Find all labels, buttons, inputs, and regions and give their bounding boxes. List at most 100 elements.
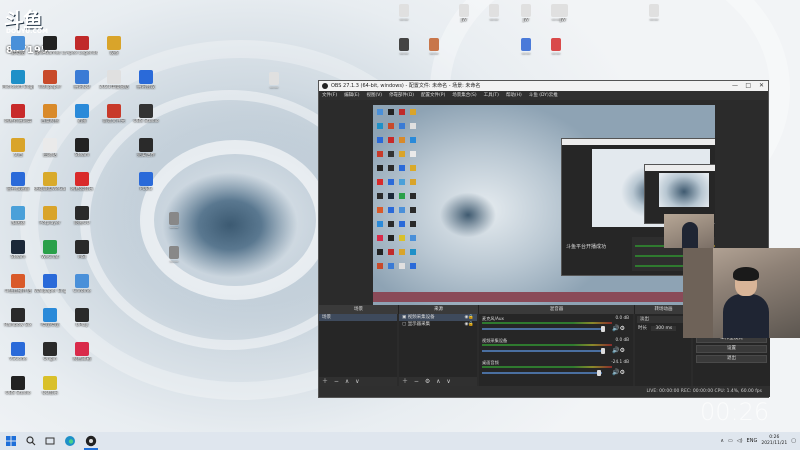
close-icon[interactable]: ✕: [759, 81, 764, 91]
desktop-icon[interactable]: Origin: [34, 342, 66, 362]
sources-toolbar[interactable]: ＋ − ⚙ ∧ ∨: [399, 377, 477, 386]
mixer-channel: 视频采集设备 0.0 dB 🔊⚙: [479, 336, 633, 358]
speaker-icon[interactable]: 🔊⚙: [612, 369, 625, 376]
desktop-icon[interactable]: PUBG: [130, 172, 162, 192]
edge-icon[interactable]: [64, 435, 76, 447]
desktop-icon[interactable]: OBS Studio: [130, 104, 162, 124]
volume-knob[interactable]: [601, 326, 605, 332]
desktop-icon[interactable]: 百度网盘: [34, 104, 66, 124]
desktop-file-icon[interactable]: ——: [388, 38, 420, 57]
scenes-toolbar[interactable]: ＋ − ∧ ∨: [319, 377, 397, 386]
desktop-icon[interactable]: 网易UU: [66, 206, 98, 226]
obs-preview[interactable]: 斗鱼平台开播成功: [373, 105, 715, 305]
minimize-icon[interactable]: —: [732, 81, 738, 91]
desktop-icon[interactable]: 斗鱼直播伴侣: [2, 274, 34, 294]
desktop-icon[interactable]: 2021年度总结: [98, 70, 130, 90]
desktop-file-icon[interactable]: ——: [158, 212, 190, 231]
network-icon[interactable]: ▭: [728, 438, 733, 444]
desktop-file-icon[interactable]: ——: [478, 4, 510, 23]
desktop-icon[interactable]: 哔哩哔哩: [34, 308, 66, 328]
desktop-file-icon[interactable]: JW: [510, 4, 542, 23]
eye-icon[interactable]: ◉🔒: [464, 314, 474, 321]
obs-menu-item[interactable]: 文件(F): [322, 91, 337, 100]
volume-slider[interactable]: [482, 328, 602, 330]
obs-menu-item[interactable]: 斗鱼 (DY)云推: [529, 91, 558, 100]
exit-button[interactable]: 退出: [696, 355, 767, 363]
desktop-icon[interactable]: UPlay: [66, 308, 98, 328]
desktop-icon[interactable]: 回收站: [34, 138, 66, 158]
desktop-icon[interactable]: Wallpaper: [34, 70, 66, 90]
task-view-icon[interactable]: [44, 435, 56, 447]
obs-menu-item[interactable]: 编辑(E): [344, 91, 359, 100]
speaker-icon[interactable]: 🔊⚙: [612, 347, 625, 354]
desktop-icon[interactable]: WeChat: [34, 240, 66, 260]
desktop-icon[interactable]: 雷神加速器: [2, 172, 34, 192]
desktop-icon[interactable]: 完美世界: [130, 138, 162, 158]
settings-button[interactable]: 设置: [696, 345, 767, 353]
desktop-icon[interactable]: VSCode: [2, 342, 34, 362]
desktop-icon[interactable]: Rainbow Six: [2, 308, 34, 328]
scene-item[interactable]: 场景: [319, 314, 397, 321]
transition-select[interactable]: 淡出: [637, 316, 689, 323]
desktop-icon[interactable]: Chrome: [66, 274, 98, 294]
desktop-icon[interactable]: 腾讯会议: [130, 70, 162, 90]
obs-menu-item[interactable]: 视图(V): [366, 91, 382, 100]
desktop-file-icon[interactable]: ——: [388, 4, 420, 23]
desktop-icon[interactable]: Wallpaper Engine: [34, 274, 66, 294]
speaker-icon[interactable]: 🔊⚙: [612, 325, 625, 332]
desktop-file-icon[interactable]: ——: [540, 38, 572, 57]
obs-menu-item[interactable]: 工具(T): [484, 91, 499, 100]
desktop-icon[interactable]: Steam: [66, 138, 98, 158]
desktop-icon[interactable]: Apex Legends: [66, 36, 98, 56]
desktop-icon[interactable]: Microsoft Edge: [2, 70, 34, 90]
desktop-icon[interactable]: Potplayer: [34, 206, 66, 226]
chevron-up-icon[interactable]: ∧: [720, 438, 724, 444]
desktop-icon[interactable]: 英雄联盟WeGame: [34, 172, 66, 192]
desktop-file-icon[interactable]: ——: [510, 38, 542, 57]
volume-icon[interactable]: ◁): [737, 438, 743, 444]
desktop-icon[interactable]: 网易有道词典: [2, 104, 34, 124]
obs-menu-item[interactable]: 场景集合(S): [452, 91, 476, 100]
desktop-icon[interactable]: 文档: [2, 138, 34, 158]
desktop-icon[interactable]: 迅雷: [66, 104, 98, 124]
desktop-file-icon[interactable]: ——: [418, 38, 450, 57]
desktop-icon[interactable]: 新建文件夹: [98, 104, 130, 124]
desktop-file-icon[interactable]: ——: [638, 4, 670, 23]
maximize-icon[interactable]: □: [745, 81, 751, 91]
source-item[interactable]: ▢ 显示器采集 ◉🔒: [399, 321, 477, 328]
desktop-icon[interactable]: OBS Studio: [2, 376, 34, 396]
duration-input[interactable]: 300 ms: [651, 326, 677, 331]
volume-slider[interactable]: [482, 372, 602, 374]
taskbar-clock[interactable]: 0:26 2021/11/21: [761, 435, 787, 447]
desktop-file-icon[interactable]: ——: [258, 72, 290, 91]
desktop-icon[interactable]: Steam: [2, 240, 34, 260]
desktop-file-icon[interactable]: ——: [158, 246, 190, 265]
volume-knob[interactable]: [597, 370, 601, 376]
eye-icon[interactable]: ◉🔒: [464, 321, 474, 328]
search-icon[interactable]: [25, 435, 37, 447]
preview-mini-icon: [388, 109, 394, 115]
desktop-file-icon[interactable]: JW: [547, 4, 579, 23]
mixer-channel-name: 视频采集设备: [482, 338, 508, 343]
volume-slider[interactable]: [482, 350, 602, 352]
desktop-file-icon[interactable]: JW: [448, 4, 480, 23]
obs-menu-item[interactable]: 配置文件(P): [421, 91, 445, 100]
desktop-icon[interactable]: 网易云音乐: [66, 172, 98, 192]
desktop-icon[interactable]: 设备: [98, 36, 130, 56]
desktop-icon[interactable]: 网易邮箱: [66, 342, 98, 362]
obs-menu-item[interactable]: 停靠部件(D): [389, 91, 414, 100]
desktop-icon[interactable]: 此电脑: [2, 36, 34, 56]
desktop-icon[interactable]: 腾讯QQ: [66, 70, 98, 90]
notification-icon[interactable]: ▢: [791, 438, 796, 444]
obs-titlebar[interactable]: OBS 27.1.3 (64-bit, windows) - 配置文件: 未命名…: [319, 81, 768, 91]
volume-knob[interactable]: [601, 348, 605, 354]
desktop-icon[interactable]: Epic Games Launcher: [34, 36, 66, 56]
desktop-icon[interactable]: 加速器: [2, 206, 34, 226]
windows-start-icon[interactable]: [5, 435, 17, 447]
language-indicator[interactable]: ENG: [747, 438, 758, 444]
obs-taskbar-icon[interactable]: [85, 435, 97, 447]
source-item[interactable]: ▣ 视频采集设备 ◉🔒: [399, 314, 477, 321]
desktop-icon[interactable]: QQ音乐: [34, 376, 66, 396]
desktop-icon[interactable]: MSI: [66, 240, 98, 260]
obs-menu-item[interactable]: 帮助(H): [506, 91, 522, 100]
